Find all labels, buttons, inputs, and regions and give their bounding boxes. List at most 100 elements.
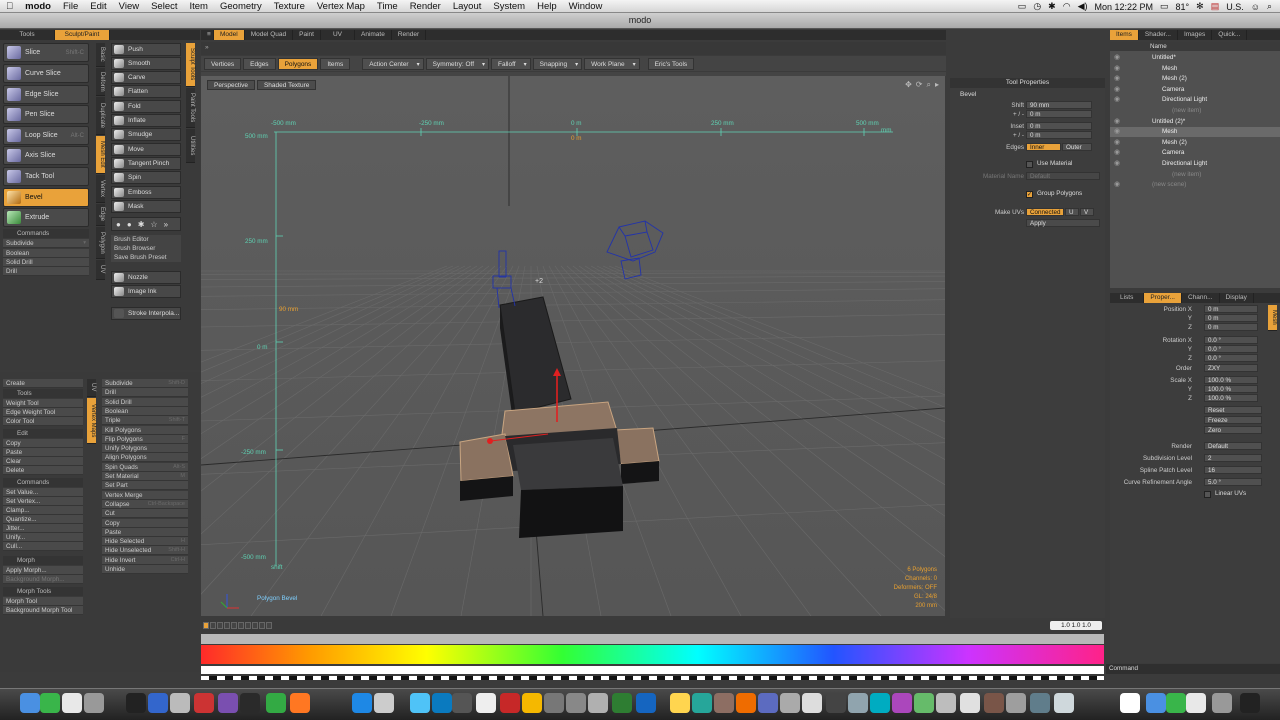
vtab-deform[interactable]: Deform: [96, 68, 105, 96]
wifi-icon[interactable]: ◠: [1063, 1, 1071, 12]
material-name-field[interactable]: Default: [1026, 172, 1100, 180]
mesh-cmd-set-material[interactable]: Set Material M: [102, 472, 188, 481]
stroke-interpolate[interactable]: Stroke Interpola...: [111, 307, 181, 320]
set-value[interactable]: Set Value...: [3, 488, 83, 497]
tools-header[interactable]: Tools: [3, 389, 83, 398]
dock-app-icon[interactable]: [126, 693, 146, 713]
timeline-frame[interactable]: [245, 622, 251, 629]
mesh-cmd-hide-selected[interactable]: Hide Selected H: [102, 537, 188, 547]
rotation-y[interactable]: 0.0 °: [1204, 345, 1258, 353]
visibility-eye-icon[interactable]: ◉: [1114, 148, 1120, 156]
edge-weight-tool[interactable]: Edge Weight Tool: [3, 408, 83, 417]
color-spectrum[interactable]: [201, 645, 1104, 664]
zoom-icon[interactable]: ⌕: [927, 80, 931, 90]
scale-y[interactable]: 100.0 %: [1204, 385, 1258, 393]
dock-app-icon[interactable]: [266, 693, 286, 713]
dock-app-icon[interactable]: [588, 693, 608, 713]
dock-app-icon[interactable]: [1240, 693, 1260, 713]
dock-app-icon[interactable]: [500, 693, 520, 713]
dock-app-icon[interactable]: [1120, 693, 1140, 713]
color-tool[interactable]: Color Tool: [3, 417, 83, 426]
brush-editor[interactable]: Brush Editor: [111, 235, 181, 244]
mesh-cmd-hide-invert[interactable]: Hide Invert Ctrl-H: [102, 555, 188, 565]
visibility-eye-icon[interactable]: ◉: [1114, 138, 1120, 146]
tab-model[interactable]: Model: [214, 30, 245, 40]
menu-file[interactable]: File: [57, 1, 84, 12]
rotation-x[interactable]: 0.0 °: [1204, 336, 1258, 344]
flag-icon[interactable]: ▤: [1211, 1, 1220, 12]
dock-app-icon[interactable]: [240, 693, 260, 713]
app-menu[interactable]: modo: [19, 1, 57, 12]
dock-app-icon[interactable]: [936, 693, 956, 713]
toolbar-polygons[interactable]: Polygons: [277, 57, 319, 70]
sculpt-emboss[interactable]: Emboss: [111, 186, 181, 199]
mesh-cmd-flip-polygons[interactable]: Flip Polygons F: [102, 434, 188, 444]
item-row[interactable]: ◉ Directional Light: [1110, 159, 1280, 169]
dock-app-icon[interactable]: [522, 693, 542, 713]
unify[interactable]: Unify...: [3, 533, 83, 542]
mesh-cmd-paste[interactable]: Paste: [102, 527, 188, 537]
tab-model-quad[interactable]: Model Quad: [245, 30, 294, 40]
dock-app-icon[interactable]: [40, 693, 60, 713]
edges-inner-button[interactable]: Inner: [1026, 143, 1061, 151]
sculpt-fold[interactable]: Fold: [111, 100, 181, 113]
user-icon[interactable]: ☺: [1251, 2, 1260, 12]
jitter[interactable]: Jitter...: [3, 524, 83, 533]
position-z[interactable]: 0 m: [1204, 323, 1258, 331]
make-uvs-connected[interactable]: Connected: [1026, 208, 1064, 216]
tab-channels[interactable]: Chann...: [1182, 293, 1220, 303]
dock-app-icon[interactable]: [476, 693, 496, 713]
timeline-frame[interactable]: [266, 622, 272, 629]
dock-app-icon[interactable]: [20, 693, 40, 713]
sculpt-smudge[interactable]: Smudge: [111, 128, 181, 141]
dock-app-icon[interactable]: [736, 693, 756, 713]
commands-header[interactable]: Commands: [3, 229, 89, 238]
tool-tack[interactable]: Tack Tool: [3, 167, 89, 186]
set-vertex[interactable]: Set Vertex...: [3, 497, 83, 506]
brush-browser[interactable]: Brush Browser: [111, 244, 181, 253]
cmd-drill[interactable]: Drill: [3, 267, 89, 276]
sculpt-inflate[interactable]: Inflate: [111, 114, 181, 127]
mesh-cmd-kill-polygons[interactable]: Kill Polygons: [102, 425, 188, 435]
tab-tools[interactable]: Tools: [0, 30, 55, 40]
image-ink-button[interactable]: Image Ink: [111, 285, 181, 298]
toolbar-symmetry-off[interactable]: Symmetry: Off: [425, 57, 490, 71]
tool-pen-slice[interactable]: Pen Slice: [3, 105, 89, 124]
brush-star-icon[interactable]: ☆: [150, 220, 157, 229]
visibility-eye-icon[interactable]: ◉: [1114, 64, 1120, 72]
make-uvs-u[interactable]: U: [1065, 208, 1079, 216]
menu-layout[interactable]: Layout: [447, 1, 488, 12]
tab-render[interactable]: Render: [392, 30, 427, 40]
vtab-edge[interactable]: Edge: [96, 204, 105, 226]
layout-menu-icon[interactable]: ≡: [201, 30, 214, 40]
order-dropdown[interactable]: ZXY: [1204, 364, 1258, 372]
tab-items[interactable]: Items: [1110, 30, 1139, 40]
morph-tools-header[interactable]: Morph Tools: [3, 587, 83, 596]
sculpt-spin[interactable]: Spin: [111, 171, 181, 184]
brush-soft-icon[interactable]: ●: [127, 220, 132, 229]
spotlight-icon[interactable]: ⌕: [1267, 1, 1272, 12]
clock[interactable]: Mon 12:22 PM: [1095, 2, 1154, 12]
paste-button[interactable]: Paste: [3, 448, 83, 457]
menu-item[interactable]: Item: [184, 1, 214, 12]
visibility-eye-icon[interactable]: ◉: [1114, 74, 1120, 82]
dock-app-icon[interactable]: [452, 693, 472, 713]
vtab-polygon[interactable]: Polygon: [96, 227, 105, 259]
tab-sculpt-paint[interactable]: Sculpt/Paint: [55, 30, 110, 40]
item-row[interactable]: (new item): [1110, 106, 1280, 116]
cull[interactable]: Cull...: [3, 542, 83, 551]
dock-app-icon[interactable]: [1166, 693, 1186, 713]
vtab-uv-lower[interactable]: UV: [87, 379, 96, 397]
apply-button[interactable]: Apply: [1026, 219, 1100, 227]
dock-app-icon[interactable]: [194, 693, 214, 713]
dock-app-icon[interactable]: [170, 693, 190, 713]
dock-app-icon[interactable]: [1212, 693, 1232, 713]
sculpt-push[interactable]: Push: [111, 43, 181, 56]
position-y[interactable]: 0 m: [1204, 314, 1258, 322]
visibility-eye-icon[interactable]: ◉: [1114, 127, 1120, 135]
mesh-cmd-spin-quads[interactable]: Spin Quads Alt-S: [102, 462, 188, 472]
reset-button[interactable]: Reset: [1204, 406, 1262, 414]
timeline-frame[interactable]: [224, 622, 230, 629]
create-menu[interactable]: Create: [3, 379, 83, 388]
timeline-frame[interactable]: [217, 622, 223, 629]
